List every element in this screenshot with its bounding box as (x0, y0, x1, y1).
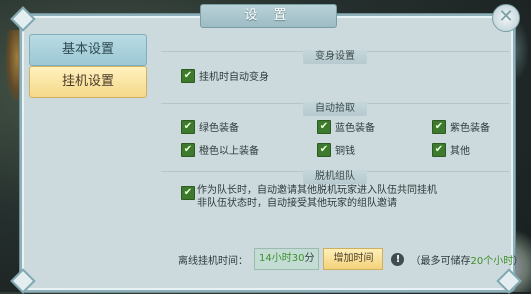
checkmark-icon: ✔ (181, 68, 195, 83)
checkbox-label: 绿色装备 (199, 123, 239, 134)
checkbox-orange-gear[interactable]: ✔ 橙色以上装备 (181, 142, 259, 157)
minutes-value: 30 (291, 253, 305, 264)
window-title: 设 置 (200, 4, 337, 28)
note-value: 20个小时 (470, 255, 514, 267)
section-pickup-header: 自动拾取 (161, 96, 509, 116)
info-icon[interactable]: ! (391, 252, 405, 266)
tab-idle-settings[interactable]: 挂机设置 (29, 66, 147, 98)
checkmark-icon: ✔ (181, 119, 195, 134)
team-line-2: 非队伍状态时，自动接受其他玩家的组队邀请 (197, 198, 397, 209)
close-button[interactable]: ✕ (492, 4, 520, 32)
team-line-1: 作为队长时，自动邀请其他脱机玩家进入队伍共同挂机 (197, 185, 437, 196)
checkbox-green-gear[interactable]: ✔ 绿色装备 (181, 119, 239, 134)
checkmark-icon: ✔ (432, 142, 446, 157)
note-suffix: ） (513, 255, 524, 267)
settings-content: 变身设置 ✔ 挂机时自动变身 自动拾取 ✔ 绿色装备 ✔ 蓝色装备 ✔ 紫色装备… (161, 38, 509, 238)
checkmark-icon: ✔ (181, 186, 195, 200)
checkmark-icon: ✔ (317, 119, 331, 134)
close-icon: ✕ (498, 6, 514, 27)
checkbox-label: 其他 (450, 146, 470, 157)
section-title: 脱机组队 (303, 170, 367, 184)
tab-basic-settings[interactable]: 基本设置 (29, 34, 147, 66)
hours-value: 14 (259, 253, 272, 264)
checkmark-icon: ✔ (432, 119, 446, 134)
section-team-header: 脱机组队 (161, 164, 509, 184)
checkbox-label: 铜钱 (335, 146, 355, 157)
section-title: 自动拾取 (303, 102, 367, 116)
section-title: 变身设置 (303, 50, 367, 64)
offline-time-bar: 离线挂机时间： 14小时30分 增加时间 ! （最多可储存20个小时） (178, 248, 523, 270)
checkbox-auto-transform[interactable]: ✔ 挂机时自动变身 (181, 68, 269, 83)
offline-team-description: 作为队长时，自动邀请其他脱机玩家进入队伍共同挂机 非队伍状态时，自动接受其他玩家… (197, 184, 517, 210)
checkbox-label: 紫色装备 (450, 123, 490, 134)
section-transform-header: 变身设置 (161, 44, 509, 64)
checkbox-copper-coins[interactable]: ✔ 铜钱 (317, 142, 355, 157)
storage-note: （最多可储存20个小时） (410, 252, 523, 267)
offline-time-value: 14小时30分 (254, 248, 320, 270)
offline-time-label: 离线挂机时间： (178, 255, 248, 267)
checkbox-label: 橙色以上装备 (199, 146, 259, 157)
note-prefix: （最多可储存 (410, 255, 471, 267)
checkbox-label: 蓝色装备 (335, 123, 375, 134)
checkbox-purple-gear[interactable]: ✔ 紫色装备 (432, 119, 490, 134)
checkbox-label: 挂机时自动变身 (199, 72, 269, 83)
checkbox-blue-gear[interactable]: ✔ 蓝色装备 (317, 119, 375, 134)
checkmark-icon: ✔ (181, 142, 195, 157)
hours-unit: 小时 (271, 253, 292, 264)
checkmark-icon: ✔ (317, 142, 331, 157)
checkbox-other[interactable]: ✔ 其他 (432, 142, 470, 157)
minutes-unit: 分 (304, 253, 315, 264)
add-time-button[interactable]: 增加时间 (323, 248, 384, 270)
